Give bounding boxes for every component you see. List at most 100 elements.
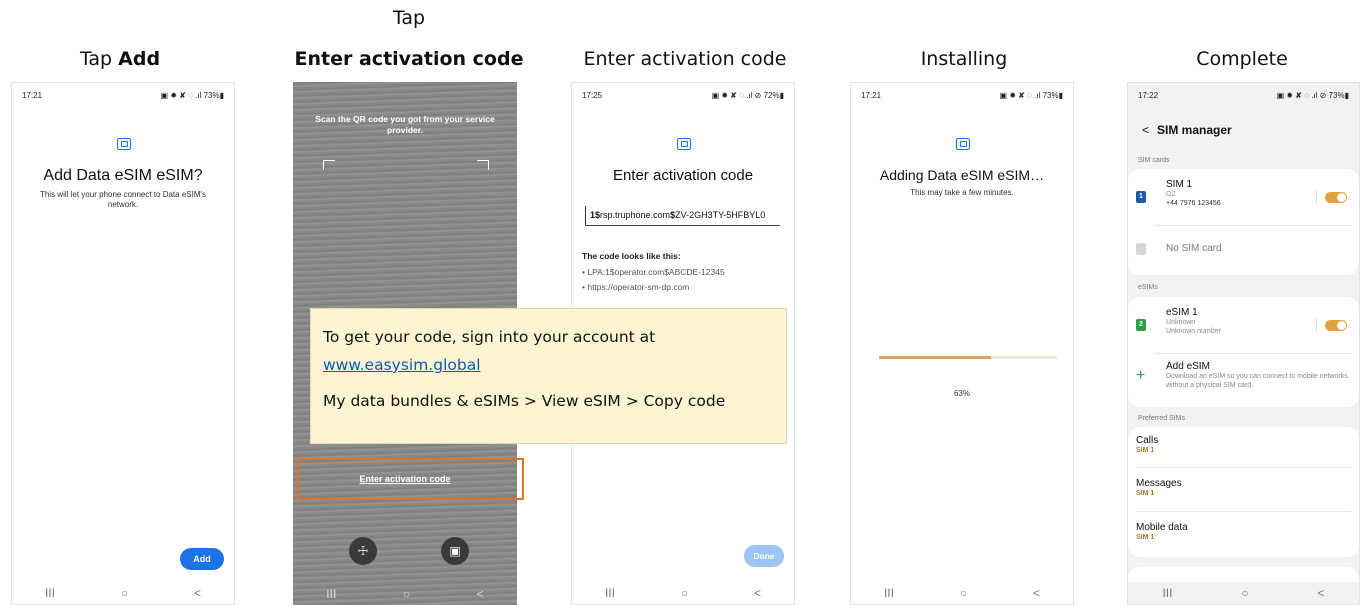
sim-icon (117, 138, 131, 150)
page-title: Adding Data eSIM eSIM… (879, 167, 1045, 183)
divider (1316, 190, 1317, 204)
sim-1-number: +44 7976 123456 (1166, 200, 1221, 207)
recent-apps-button[interactable]: III (326, 587, 336, 601)
sim-icon (956, 138, 970, 150)
sim-icon (677, 138, 691, 150)
sim-cards-card: 1 SIM 1 O2 +44 7976 123456 No SIM card (1128, 169, 1359, 275)
home-button[interactable]: ○ (681, 586, 688, 600)
scan-instructions: Scan the QR code you got from your servi… (315, 114, 495, 135)
nav-bar: III ○ < (851, 582, 1073, 604)
enter-code-highlight-box (297, 458, 524, 500)
status-time: 17:25 (582, 90, 603, 100)
sim-1-name: SIM 1 (1166, 179, 1193, 190)
recent-apps-button[interactable]: III (45, 586, 55, 600)
instruction-callout: To get your code, sign into your account… (310, 308, 787, 444)
recent-apps-button[interactable]: III (605, 586, 615, 600)
recent-apps-button[interactable]: III (884, 586, 894, 600)
add-button[interactable]: Add (180, 548, 224, 570)
back-button[interactable]: < (1318, 586, 1325, 600)
status-icons: ▣ ✹ ✘ ◌ .ıl 73%▮ (999, 90, 1063, 100)
nav-bar: III ○ < (12, 582, 234, 604)
caption-step-2-bold: Enter activation code (294, 48, 524, 70)
sim-1-carrier: O2 (1166, 191, 1176, 198)
calls-sim: SIM 1 (1136, 447, 1155, 454)
flashlight-icon[interactable]: ☩ (349, 537, 377, 565)
esim-1-status: Unknown (1166, 319, 1196, 326)
page-title-text: SIM manager (1157, 123, 1232, 137)
section-label-esims: eSIMs (1138, 284, 1158, 291)
esims-card: 2 eSIM 1 Unknown Unknown number + Add eS… (1128, 297, 1359, 407)
add-esim-row[interactable]: + Add eSIM Download an eSIM so you can c… (1136, 361, 1351, 401)
status-bar: 17:22 ▣ ✹ ✘ ◌ .ıl ⊘ 73%▮ (1138, 89, 1349, 101)
phone-add-esim: 17:21 ▣ ✹ ✘ ◌ .ıl 73%▮ Add Data eSIM eSI… (11, 82, 235, 605)
caption-step-4: Installing (920, 48, 1008, 70)
scan-frame-corner (323, 160, 335, 170)
esim-1-row[interactable]: 2 eSIM 1 Unknown Unknown number (1136, 307, 1351, 347)
home-button[interactable]: ○ (960, 586, 967, 600)
hint-example-lpa: • LPA:1$operator.com$ABCDE-12345 (582, 267, 725, 277)
calls-row[interactable]: Calls SIM 1 (1136, 435, 1351, 465)
home-button[interactable]: ○ (403, 587, 410, 601)
back-button[interactable]: < (1033, 586, 1040, 600)
progress-bar-fill (879, 356, 992, 359)
mobile-data-sim: SIM 1 (1136, 534, 1155, 541)
callout-line-1: To get your code, sign into your account… (323, 328, 656, 346)
code-matching-id: ZV-2GH3TY-5HFBYL0 (675, 210, 766, 220)
esim-1-name: eSIM 1 (1166, 307, 1198, 318)
empty-sim-icon (1136, 243, 1146, 255)
status-icons: ▣ ✹ ✘ ◌ .ıl ⊘ 73%▮ (1276, 90, 1349, 100)
messages-label: Messages (1136, 478, 1182, 489)
status-bar: 17:21 ▣ ✹ ✘ ◌ .ıl 73%▮ (861, 89, 1063, 101)
phone-sim-manager: 17:22 ▣ ✹ ✘ ◌ .ıl ⊘ 73%▮ < SIM manager SI… (1127, 82, 1360, 605)
easysim-link[interactable]: www.easysim.global (323, 356, 481, 374)
mobile-data-label: Mobile data (1136, 522, 1188, 533)
divider (1316, 318, 1317, 332)
home-button[interactable]: ○ (121, 586, 128, 600)
hint-example-url: • https://operator-sm-dp.com (582, 282, 690, 292)
recent-apps-button[interactable]: III (1162, 586, 1172, 600)
nav-bar: III ○ < (293, 583, 517, 605)
caption-step-5: Complete (1196, 48, 1288, 70)
status-icons: ▣ ✹ ✘ ◌ .ıl ⊘ 72%▮ (711, 90, 784, 100)
progress-bar (879, 356, 1057, 359)
caption-step-2: Tap Enter activation code (274, 6, 544, 71)
sim-1-row[interactable]: 1 SIM 1 O2 +44 7976 123456 (1136, 179, 1351, 219)
back-button[interactable]: < (477, 587, 484, 601)
divider (1154, 225, 1351, 226)
divider (1154, 353, 1351, 354)
messages-row[interactable]: Messages SIM 1 (1136, 478, 1351, 508)
back-button[interactable]: < (194, 586, 201, 600)
caption-step-1-bold: Add (118, 48, 161, 70)
calls-label: Calls (1136, 435, 1159, 446)
nav-bar: III ○ < (572, 582, 794, 604)
add-esim-description: Download an eSIM so you can connect to m… (1166, 373, 1348, 389)
back-button[interactable]: < (754, 586, 761, 600)
phone-installing: 17:21 ▣ ✹ ✘ ◌ .ıl 73%▮ Adding Data eSIM … (850, 82, 1074, 605)
mobile-data-row[interactable]: Mobile data SIM 1 (1136, 522, 1351, 552)
status-time: 17:21 (22, 90, 43, 100)
status-icons: ▣ ✹ ✘ ◌ .ıl 73%▮ (160, 90, 224, 100)
sim-1-toggle[interactable] (1325, 192, 1347, 203)
caption-step-3: Enter activation code (583, 48, 787, 70)
messages-sim: SIM 1 (1136, 490, 1155, 497)
divider (1136, 467, 1351, 468)
caption-step-2-line1: Tap (392, 7, 426, 29)
back-arrow-icon[interactable]: < (1142, 123, 1149, 137)
hint-title: The code looks like this: (582, 251, 681, 261)
page-description: This may take a few minutes. (910, 188, 1014, 197)
no-sim-label: No SIM card (1166, 243, 1222, 254)
divider (1136, 511, 1351, 512)
gallery-icon[interactable]: ▣ (441, 537, 469, 565)
plus-icon: + (1136, 367, 1146, 384)
done-button[interactable]: Done (744, 545, 784, 567)
nav-bar: III ○ < (1128, 582, 1359, 604)
esim-1-number: Unknown number (1166, 328, 1221, 335)
home-button[interactable]: ○ (1241, 586, 1248, 600)
scan-frame-corner (477, 160, 489, 170)
sim-1-badge: 1 (1136, 191, 1146, 203)
page-title: < SIM manager (1142, 123, 1232, 137)
activation-code-input[interactable]: 1$rsp.truphone.com$ZV-2GH3TY-5HFBYL0 (585, 206, 780, 226)
code-server: rsp.truphone.com (600, 210, 671, 220)
esim-1-toggle[interactable] (1325, 320, 1347, 331)
caption-step-1: Tap Add (0, 47, 255, 71)
